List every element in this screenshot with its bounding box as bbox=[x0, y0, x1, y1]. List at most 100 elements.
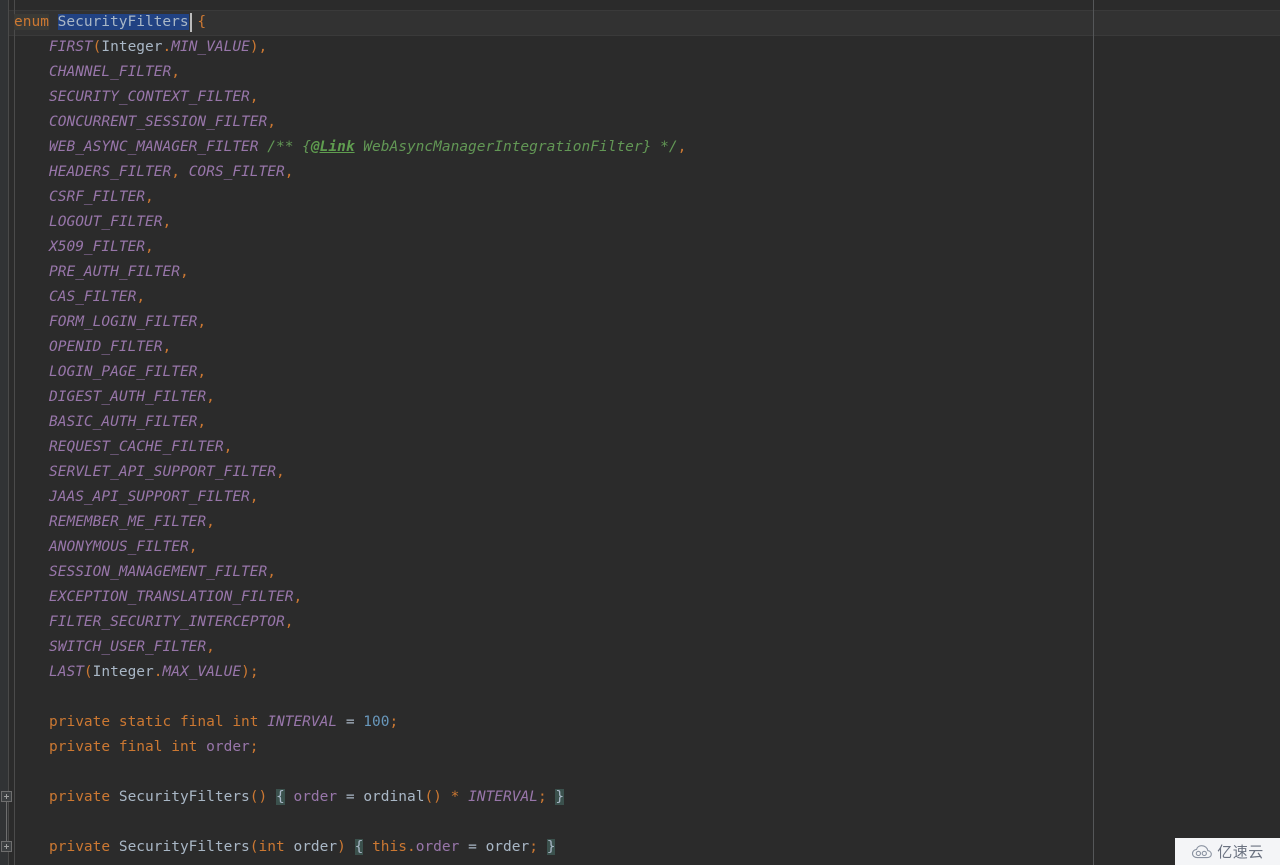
separator: , bbox=[284, 614, 294, 630]
field-value: 100 bbox=[363, 714, 390, 730]
watermark: 亿速云 bbox=[1175, 838, 1280, 865]
separator: , bbox=[171, 164, 180, 180]
code-line-enum-constant[interactable]: HEADERS_FILTER, CORS_FILTER, bbox=[49, 160, 293, 185]
code-content[interactable]: enum SecurityFilters { FIRST(Integer.MIN… bbox=[0, 0, 1280, 865]
dot: . bbox=[162, 39, 172, 55]
code-line-enum-constant[interactable]: REQUEST_CACHE_FILTER, bbox=[49, 435, 232, 460]
code-line-enum-constant[interactable]: PRE_AUTH_FILTER, bbox=[49, 260, 189, 285]
code-line-declaration[interactable]: enum SecurityFilters { bbox=[14, 10, 206, 35]
paren-open: ( bbox=[249, 839, 259, 855]
javadoc-link-tag[interactable]: @Link bbox=[311, 139, 355, 155]
separator: , bbox=[197, 314, 207, 330]
code-line-enum-constant[interactable]: CAS_FILTER, bbox=[49, 285, 145, 310]
code-line-enum-constant[interactable]: CHANNEL_FILTER, bbox=[49, 60, 180, 85]
code-line-enum-constant[interactable]: REMEMBER_ME_FILTER, bbox=[49, 510, 215, 535]
enum-constant-name: LAST bbox=[49, 664, 84, 680]
assign-operator: = bbox=[459, 839, 486, 855]
text-caret bbox=[190, 13, 192, 32]
separator: , bbox=[293, 589, 303, 605]
arg-class: Integer bbox=[92, 664, 154, 680]
separator: , bbox=[677, 139, 687, 155]
separator: , bbox=[258, 39, 268, 55]
dot: . bbox=[153, 664, 163, 680]
enum-constant-name: REMEMBER_ME_FILTER bbox=[49, 514, 207, 530]
separator: , bbox=[197, 364, 207, 380]
watermark-text: 亿速云 bbox=[1217, 843, 1264, 861]
code-line-enum-constant[interactable]: SESSION_MANAGEMENT_FILTER, bbox=[49, 560, 276, 585]
statement-terminator: ; bbox=[249, 739, 259, 755]
enum-constant-name: CAS_FILTER bbox=[49, 289, 137, 305]
code-line-field[interactable]: private static final int INTERVAL = 100; bbox=[49, 710, 398, 735]
enum-constant-name: OPENID_FILTER bbox=[49, 339, 163, 355]
code-line-enum-constant[interactable]: BASIC_AUTH_FILTER, bbox=[49, 410, 206, 435]
arg-class: Integer bbox=[101, 39, 163, 55]
separator: , bbox=[145, 189, 154, 205]
code-line-constructor[interactable]: private SecurityFilters(int order) { thi… bbox=[49, 835, 556, 860]
code-line-enum-constant[interactable]: SWITCH_USER_FILTER, bbox=[49, 635, 215, 660]
code-line-enum-constant[interactable]: SECURITY_CONTEXT_FILTER, bbox=[49, 85, 259, 110]
this-keyword: this bbox=[372, 839, 407, 855]
enum-constant-name: WEB_ASYNC_MANAGER_FILTER bbox=[49, 139, 259, 155]
enum-constant-name: SESSION_MANAGEMENT_FILTER bbox=[49, 564, 268, 580]
enum-constant-name: CHANNEL_FILTER bbox=[49, 64, 172, 80]
separator: , bbox=[275, 464, 285, 480]
javadoc-close: } */ bbox=[642, 139, 678, 155]
paren-open: ( bbox=[249, 789, 259, 805]
paren-close: ) bbox=[258, 789, 268, 805]
brace-close-highlight: } bbox=[555, 789, 565, 805]
code-editor[interactable]: enum SecurityFilters { FIRST(Integer.MIN… bbox=[0, 0, 1280, 865]
code-line-enum-constant[interactable]: EXCEPTION_TRANSLATION_FILTER, bbox=[49, 585, 302, 610]
brace-open-highlight: { bbox=[276, 789, 285, 805]
constructor-modifier: private bbox=[49, 839, 119, 855]
field-reference: order bbox=[415, 839, 460, 855]
code-line-enum-constant-with-javadoc[interactable]: WEB_ASYNC_MANAGER_FILTER /** {@Link WebA… bbox=[49, 135, 686, 160]
paren-open: ( bbox=[83, 664, 93, 680]
method-call-name: ordinal bbox=[363, 789, 425, 805]
code-line-enum-constant[interactable]: CONCURRENT_SESSION_FILTER, bbox=[49, 110, 276, 135]
selected-type-name[interactable]: SecurityFilters bbox=[57, 14, 189, 30]
code-line-enum-constant[interactable]: JAAS_API_SUPPORT_FILTER, bbox=[49, 485, 259, 510]
javadoc-open: /** { bbox=[267, 139, 311, 155]
separator: ; bbox=[249, 664, 259, 680]
enum-constant-name: SECURITY_CONTEXT_FILTER bbox=[49, 89, 250, 105]
separator: , bbox=[206, 389, 215, 405]
separator: , bbox=[284, 164, 294, 180]
cloud-icon bbox=[1191, 844, 1213, 859]
separator: , bbox=[206, 639, 215, 655]
code-line-enum-constant[interactable]: ANONYMOUS_FILTER, bbox=[49, 535, 197, 560]
assign-operator: = bbox=[337, 789, 364, 805]
code-line-enum-constant[interactable]: SERVLET_API_SUPPORT_FILTER, bbox=[49, 460, 285, 485]
separator: , bbox=[179, 264, 189, 280]
code-line-enum-constant[interactable]: CSRF_FILTER, bbox=[49, 185, 154, 210]
brace-close-highlight: } bbox=[546, 839, 556, 855]
code-line-enum-constant[interactable]: OPENID_FILTER, bbox=[49, 335, 171, 360]
arg-constant: MIN_VALUE bbox=[171, 39, 250, 55]
paren-close: ) bbox=[241, 664, 250, 680]
enum-constant-name: FILTER_SECURITY_INTERCEPTOR bbox=[49, 614, 285, 630]
field-type: int bbox=[171, 739, 207, 755]
enum-constant-name: CSRF_FILTER bbox=[49, 189, 146, 205]
code-line-constructor[interactable]: private SecurityFilters() { order = ordi… bbox=[49, 785, 565, 810]
separator: , bbox=[162, 214, 172, 230]
separator: , bbox=[223, 439, 233, 455]
paren-close: ) bbox=[337, 839, 346, 855]
constant-reference: INTERVAL bbox=[468, 789, 538, 805]
enum-constant-name: LOGIN_PAGE_FILTER bbox=[49, 364, 198, 380]
code-line-enum-constant[interactable]: LOGIN_PAGE_FILTER, bbox=[49, 360, 206, 385]
separator: , bbox=[197, 414, 207, 430]
code-line-enum-constant[interactable]: FIRST(Integer.MIN_VALUE), bbox=[49, 35, 267, 60]
enum-constant-name: FORM_LOGIN_FILTER bbox=[49, 314, 198, 330]
code-line-enum-constant[interactable]: X509_FILTER, bbox=[49, 235, 154, 260]
multiply-operator: * bbox=[441, 789, 469, 805]
enum-constant-name: ANONYMOUS_FILTER bbox=[49, 539, 189, 555]
code-line-enum-constant[interactable]: LAST(Integer.MAX_VALUE); bbox=[49, 660, 259, 685]
constructor-name: SecurityFilters bbox=[118, 789, 250, 805]
code-line-enum-constant[interactable]: FILTER_SECURITY_INTERCEPTOR, bbox=[49, 610, 293, 635]
assignment-target: order bbox=[293, 789, 338, 805]
code-line-enum-constant[interactable]: DIGEST_AUTH_FILTER, bbox=[49, 385, 215, 410]
enum-constant-name: SWITCH_USER_FILTER bbox=[49, 639, 207, 655]
code-line-enum-constant[interactable]: FORM_LOGIN_FILTER, bbox=[49, 310, 206, 335]
code-line-field[interactable]: private final int order; bbox=[49, 735, 259, 760]
arg-constant: MAX_VALUE bbox=[162, 664, 242, 680]
code-line-enum-constant[interactable]: LOGOUT_FILTER, bbox=[49, 210, 171, 235]
